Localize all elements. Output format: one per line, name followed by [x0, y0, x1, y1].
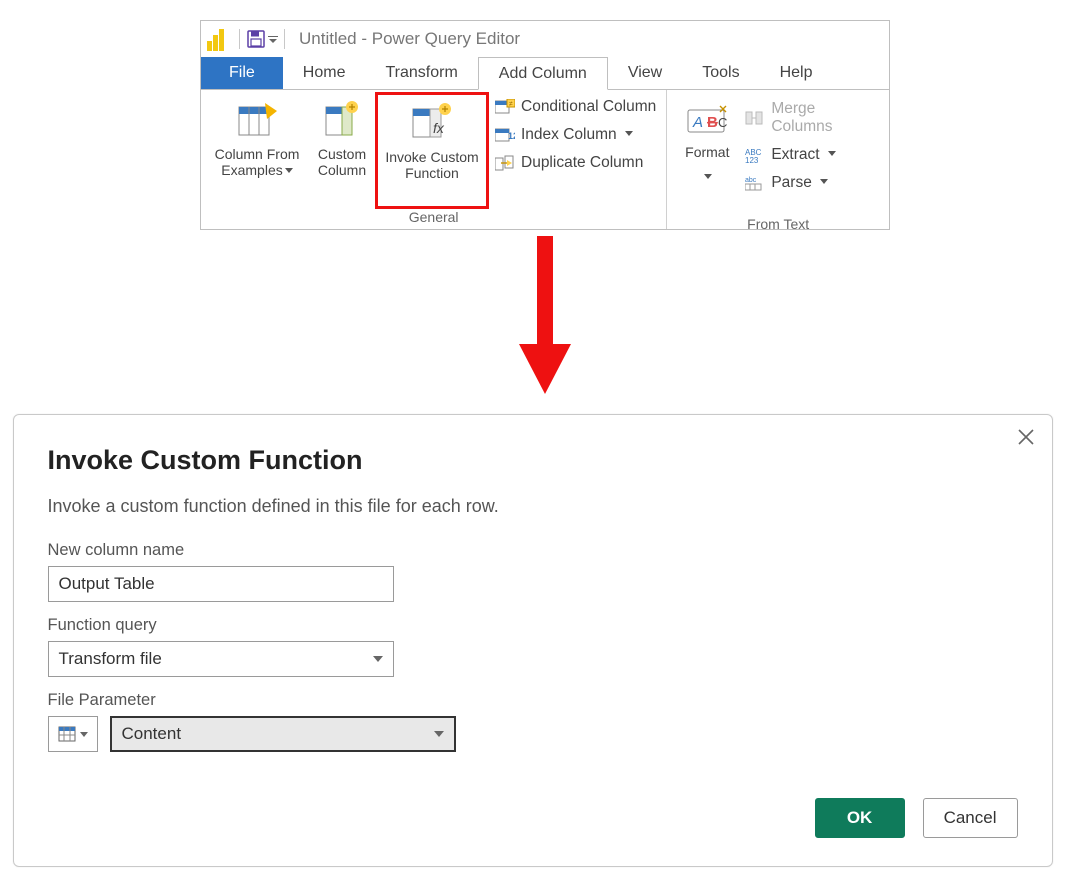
chevron-down-icon — [434, 731, 444, 737]
chevron-down-icon — [80, 732, 88, 737]
invoke-custom-function-icon: fx — [380, 101, 484, 145]
dialog-title: Invoke Custom Function — [48, 445, 1018, 476]
merge-columns-button: Merge Columns — [745, 100, 877, 136]
label: Duplicate Column — [521, 154, 643, 172]
new-column-name-label: New column name — [48, 541, 1018, 560]
label: Invoke Custom — [385, 149, 478, 165]
column-from-examples-button[interactable]: Column From Examples — [207, 94, 307, 207]
ribbon-tabs: File Home Transform Add Column View Tool… — [201, 57, 889, 89]
svg-text:≠: ≠ — [509, 101, 513, 108]
duplicate-column-icon — [495, 155, 515, 171]
conditional-column-button[interactable]: ≠ Conditional Column — [495, 98, 656, 116]
file-parameter-label: File Parameter — [48, 691, 1018, 710]
svg-text:A: A — [692, 114, 703, 131]
separator — [284, 29, 285, 49]
svg-text:fx: fx — [433, 120, 445, 136]
chevron-down-icon — [373, 656, 383, 662]
parse-button[interactable]: abc Parse — [745, 174, 877, 192]
tab-home[interactable]: Home — [283, 57, 366, 89]
label: Merge Columns — [771, 100, 877, 136]
extract-icon: ABC123 — [745, 147, 765, 163]
label: Column — [318, 162, 366, 178]
chevron-down-icon — [820, 179, 828, 184]
ok-button[interactable]: OK — [815, 798, 905, 838]
ribbon-body: Column From Examples Custom Column fx — [201, 89, 889, 229]
format-button[interactable]: ABC Format — [673, 94, 741, 214]
label: Extract — [771, 146, 819, 164]
save-icon[interactable] — [246, 29, 266, 49]
tab-transform[interactable]: Transform — [365, 57, 477, 89]
label: Custom — [318, 146, 366, 162]
arrow-down-icon — [515, 236, 575, 396]
powerbi-logo-icon — [207, 27, 227, 51]
close-icon — [1016, 427, 1036, 447]
chevron-down-icon — [828, 151, 836, 156]
file-parameter-value: Content — [122, 724, 182, 744]
close-button[interactable] — [1016, 427, 1036, 452]
chevron-down-icon — [285, 168, 293, 173]
tab-file[interactable]: File — [201, 57, 283, 89]
group-label-general: General — [207, 207, 660, 227]
svg-text:C: C — [718, 115, 727, 130]
format-icon: ABC — [684, 100, 730, 144]
invoke-custom-function-dialog: Invoke Custom Function Invoke a custom f… — [13, 414, 1053, 867]
extract-button[interactable]: ABC123 Extract — [745, 146, 877, 164]
highlight-invoke-custom-function: fx Invoke Custom Function — [375, 92, 489, 209]
separator — [239, 29, 240, 49]
invoke-custom-function-button[interactable]: fx Invoke Custom Function — [380, 97, 484, 181]
dialog-description: Invoke a custom function defined in this… — [48, 496, 1018, 517]
qat-dropdown-icon[interactable] — [268, 34, 278, 44]
svg-text:123: 123 — [745, 156, 759, 163]
function-query-label: Function query — [48, 616, 1018, 635]
function-query-value: Transform file — [59, 649, 162, 669]
index-column-icon: 12 — [495, 127, 515, 143]
svg-text:abc: abc — [745, 177, 757, 184]
conditional-column-icon: ≠ — [495, 99, 515, 115]
chevron-down-icon — [704, 174, 712, 179]
svg-text:B: B — [707, 114, 718, 131]
label: Conditional Column — [521, 98, 656, 116]
group-label-from-text: From Text — [673, 214, 883, 234]
parameter-type-picker[interactable] — [48, 716, 98, 752]
custom-column-button[interactable]: Custom Column — [307, 94, 377, 207]
label: Format — [685, 144, 729, 160]
table-icon — [58, 726, 76, 742]
svg-text:12: 12 — [508, 131, 515, 141]
cancel-button[interactable]: Cancel — [923, 798, 1018, 838]
merge-columns-icon — [745, 110, 765, 126]
new-column-name-input[interactable] — [48, 566, 394, 602]
app-title: Untitled - Power Query Editor — [299, 29, 520, 49]
power-query-editor-window: Untitled - Power Query Editor File Home … — [200, 20, 890, 230]
index-column-button[interactable]: 12 Index Column — [495, 126, 656, 144]
custom-column-icon — [307, 98, 377, 142]
function-query-select[interactable]: Transform file — [48, 641, 394, 677]
label: Examples — [221, 162, 282, 178]
tab-tools[interactable]: Tools — [682, 57, 759, 89]
titlebar: Untitled - Power Query Editor — [201, 21, 889, 57]
column-from-examples-icon — [207, 98, 307, 142]
label: Parse — [771, 174, 812, 192]
file-parameter-select[interactable]: Content — [110, 716, 456, 752]
chevron-down-icon — [625, 131, 633, 136]
duplicate-column-button[interactable]: Duplicate Column — [495, 154, 656, 172]
annotation-arrow — [200, 230, 890, 414]
tab-help[interactable]: Help — [760, 57, 833, 89]
tab-add-column[interactable]: Add Column — [478, 57, 608, 90]
label: Index Column — [521, 126, 617, 144]
label: Column From — [215, 146, 300, 162]
tab-view[interactable]: View — [608, 57, 682, 89]
label: Function — [405, 165, 459, 181]
parse-icon: abc — [745, 175, 765, 191]
